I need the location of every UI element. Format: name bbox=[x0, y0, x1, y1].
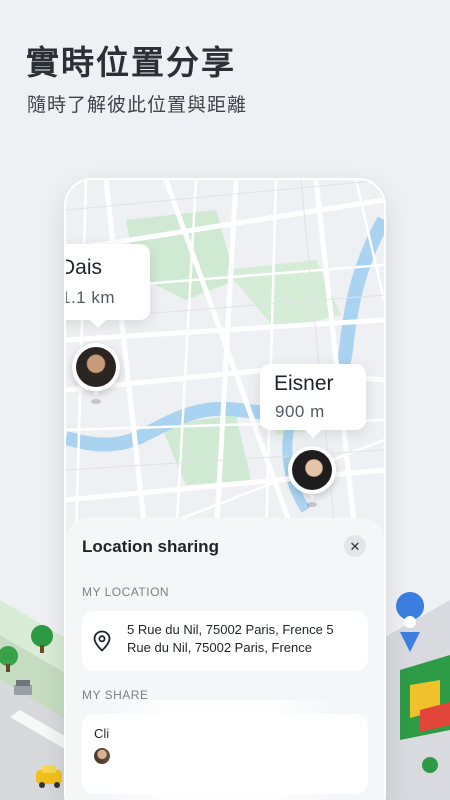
close-icon: ✕ bbox=[349, 538, 361, 554]
promo-title: 實時位置分享 bbox=[26, 43, 236, 82]
my-location-label: MY LOCATION bbox=[82, 585, 170, 599]
contact-callout-eisner[interactable]: Eisner 900 m bbox=[260, 364, 366, 438]
contact-distance: 900 m bbox=[275, 402, 325, 421]
avatar bbox=[76, 347, 116, 387]
avatar bbox=[292, 450, 332, 490]
bottom-blur-overlay bbox=[100, 700, 340, 800]
contact-pin-dais[interactable] bbox=[72, 343, 120, 405]
my-location-address: 5 Rue du Nil, 75002 Paris, Frence 5 Rue … bbox=[127, 622, 334, 655]
sheet-title: Location sharing bbox=[82, 537, 219, 556]
contact-name: Dais bbox=[66, 256, 103, 279]
promo-subtitle: 隨時了解彼此位置與距離 bbox=[27, 94, 248, 116]
contact-callout-dais[interactable]: Dais 1.1 km bbox=[66, 244, 150, 328]
my-location-card[interactable]: 5 Rue du Nil, 75002 Paris, Frence 5 Rue … bbox=[82, 611, 368, 671]
close-button[interactable]: ✕ bbox=[344, 535, 366, 557]
contact-name: Eisner bbox=[274, 372, 334, 395]
contact-pin-eisner[interactable] bbox=[288, 446, 336, 508]
location-pin-icon bbox=[93, 630, 111, 652]
contact-distance: 1.1 km bbox=[66, 288, 116, 307]
